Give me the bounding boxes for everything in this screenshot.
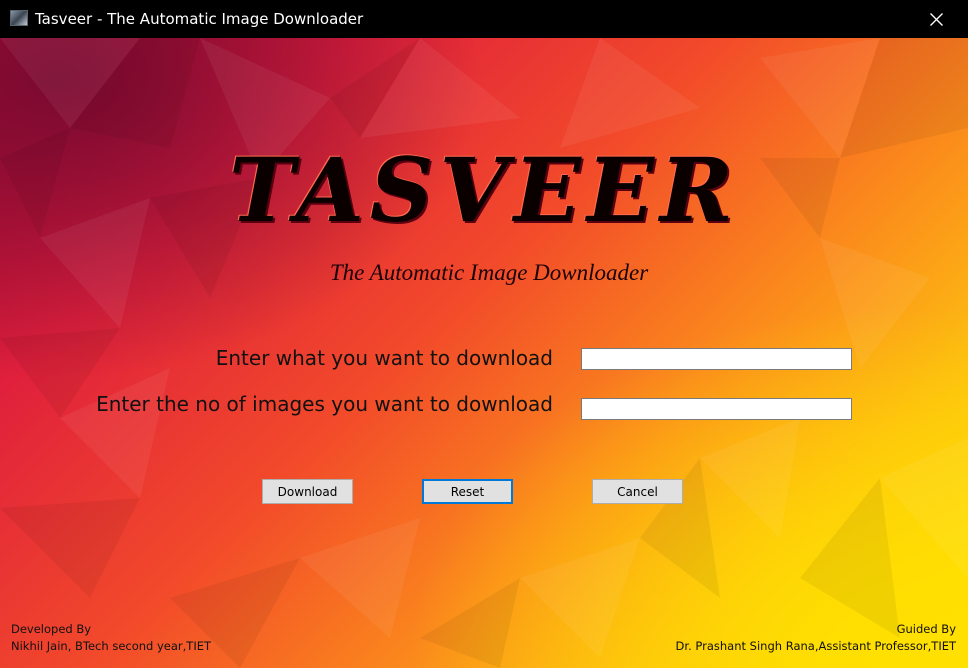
title-bar[interactable]: Tasveer - The Automatic Image Downloader xyxy=(0,0,968,38)
developed-by-heading: Developed By xyxy=(11,622,92,636)
guided-by-heading: Guided By xyxy=(896,622,956,636)
query-label: Enter what you want to download xyxy=(215,346,553,370)
app-subtitle: The Automatic Image Downloader xyxy=(329,260,649,285)
guide-credit: Guided By Dr. Prashant Singh Rana,Assist… xyxy=(676,621,956,655)
app-icon xyxy=(10,10,28,26)
cancel-button[interactable]: Cancel xyxy=(592,479,683,504)
developer-name: Nikhil Jain, BTech second year,TIET xyxy=(11,639,212,653)
reset-button[interactable]: Reset xyxy=(422,479,513,504)
app-window: Tasveer - The Automatic Image Downloader xyxy=(0,0,968,668)
download-button[interactable]: Download xyxy=(262,479,353,504)
close-button[interactable] xyxy=(904,0,968,38)
close-icon xyxy=(929,12,943,26)
developer-credit: Developed By Nikhil Jain, BTech second y… xyxy=(11,621,211,655)
window-title: Tasveer - The Automatic Image Downloader xyxy=(35,10,364,28)
count-input[interactable] xyxy=(581,398,852,420)
count-label: Enter the no of images you want to downl… xyxy=(96,392,553,416)
guide-name: Dr. Prashant Singh Rana,Assistant Profes… xyxy=(675,639,956,653)
query-input[interactable] xyxy=(581,348,852,370)
main-panel: TASVEER The Automatic Image Downloader E… xyxy=(0,38,968,668)
app-logo: TASVEER xyxy=(228,138,740,242)
